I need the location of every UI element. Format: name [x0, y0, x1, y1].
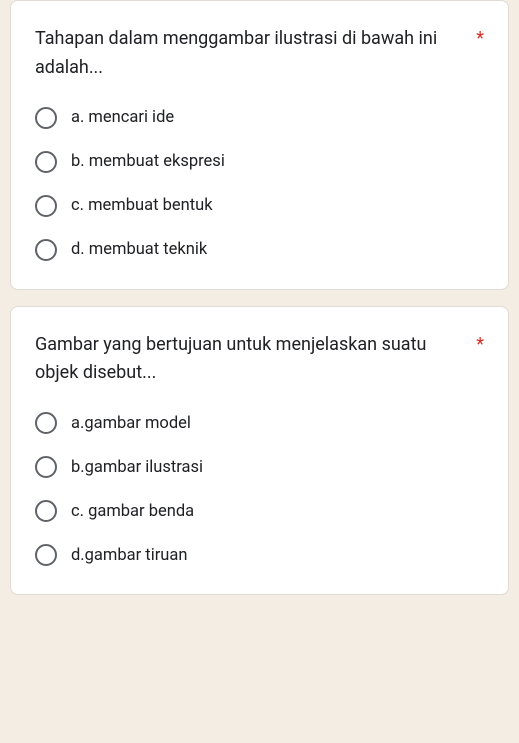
option-label: a. mencari ide [71, 108, 174, 127]
radio-icon [35, 195, 57, 217]
required-indicator: * [476, 25, 484, 54]
radio-option[interactable]: c. membuat bentuk [35, 195, 484, 217]
radio-icon [35, 412, 57, 434]
question-header: Gambar yang bertujuan untuk menjelaskan … [35, 331, 484, 389]
question-card: Tahapan dalam menggambar ilustrasi di ba… [10, 0, 509, 290]
radio-option[interactable]: a.gambar model [35, 412, 484, 434]
radio-option[interactable]: d.gambar tiruan [35, 544, 484, 566]
option-label: c. membuat bentuk [71, 196, 213, 215]
option-label: b. membuat ekspresi [71, 152, 225, 171]
radio-option[interactable]: d. membuat teknik [35, 239, 484, 261]
radio-icon [35, 544, 57, 566]
option-label: a.gambar model [71, 414, 191, 433]
question-text: Gambar yang bertujuan untuk menjelaskan … [35, 331, 468, 389]
option-label: d.gambar tiruan [71, 546, 187, 565]
radio-option[interactable]: b.gambar ilustrasi [35, 456, 484, 478]
question-text: Tahapan dalam menggambar ilustrasi di ba… [35, 25, 468, 83]
radio-option[interactable]: a. mencari ide [35, 107, 484, 129]
option-label: b.gambar ilustrasi [71, 458, 203, 477]
option-label: c. gambar benda [71, 502, 194, 521]
question-card: Gambar yang bertujuan untuk menjelaskan … [10, 306, 509, 596]
radio-icon [35, 107, 57, 129]
radio-icon [35, 456, 57, 478]
radio-icon [35, 500, 57, 522]
question-header: Tahapan dalam menggambar ilustrasi di ba… [35, 25, 484, 83]
option-label: d. membuat teknik [71, 240, 207, 259]
radio-icon [35, 151, 57, 173]
radio-icon [35, 239, 57, 261]
radio-option[interactable]: c. gambar benda [35, 500, 484, 522]
required-indicator: * [476, 331, 484, 360]
options-group: a. mencari ide b. membuat ekspresi c. me… [35, 107, 484, 261]
options-group: a.gambar model b.gambar ilustrasi c. gam… [35, 412, 484, 566]
radio-option[interactable]: b. membuat ekspresi [35, 151, 484, 173]
